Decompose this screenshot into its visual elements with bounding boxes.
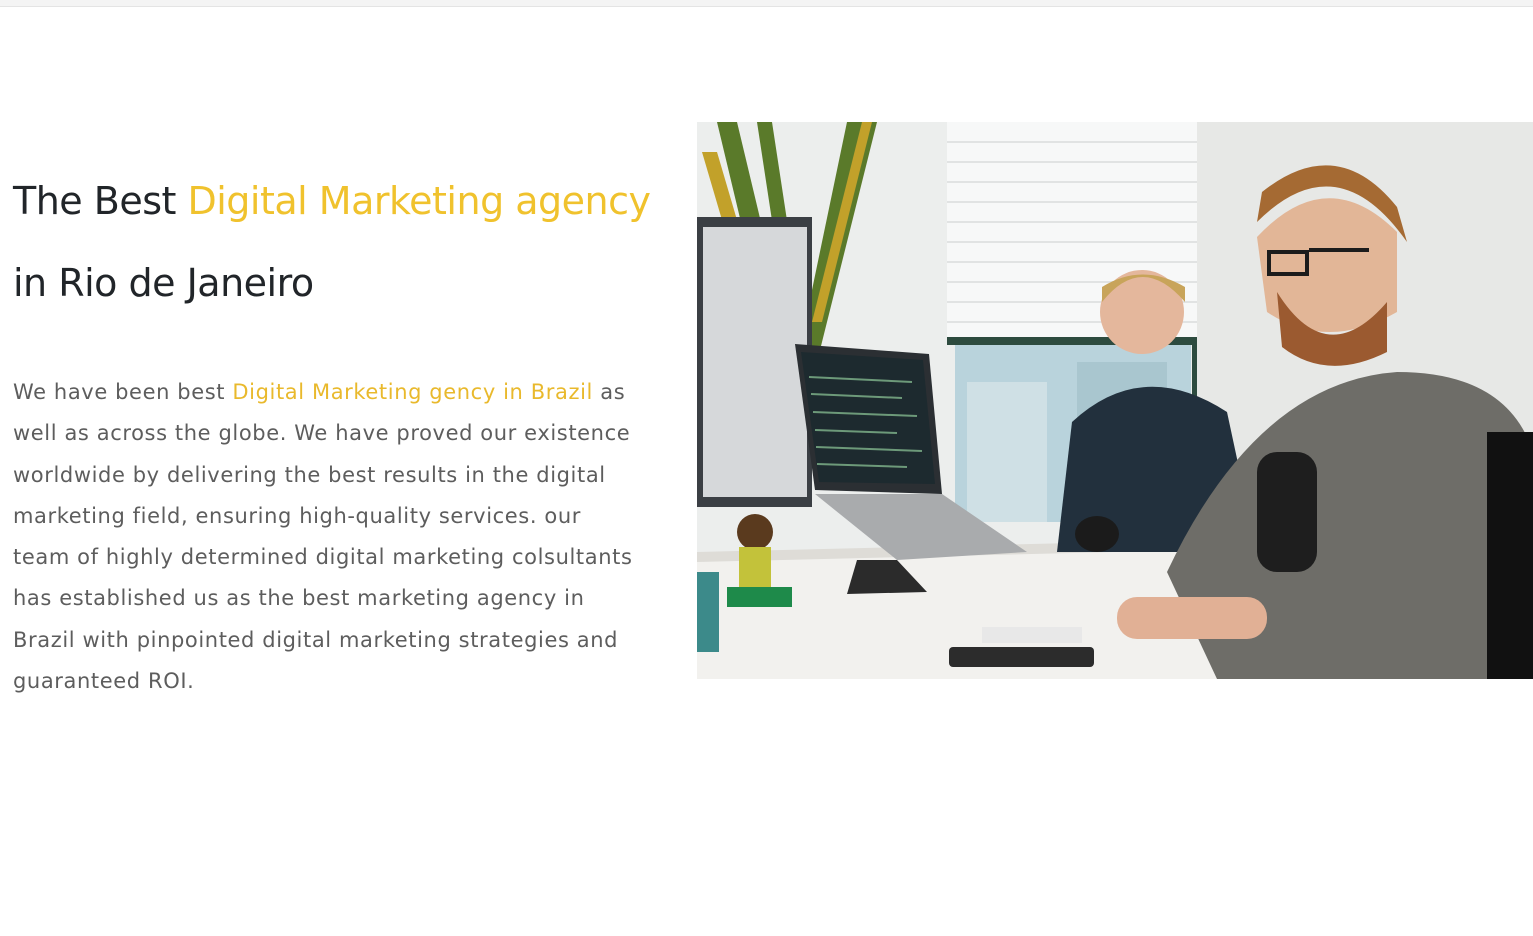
office-photo-icon	[697, 122, 1533, 679]
description-rest: as well as across the globe. We have pro…	[13, 380, 633, 694]
hero-description: We have been best Digital Marketing genc…	[13, 372, 638, 702]
title-plain-end: in Rio de Janeiro	[13, 261, 314, 305]
title-accent: Digital Marketing agency	[187, 179, 651, 223]
hero-text: The Best Digital Marketing agency in Rio…	[13, 160, 653, 702]
description-start: We have been best	[13, 380, 233, 404]
description-accent: Digital Marketing gency in Brazil	[232, 380, 593, 404]
office-photo	[697, 122, 1533, 679]
page-title: The Best Digital Marketing agency in Rio…	[13, 160, 653, 324]
top-divider	[0, 0, 1533, 7]
title-plain-start: The Best	[13, 179, 188, 223]
